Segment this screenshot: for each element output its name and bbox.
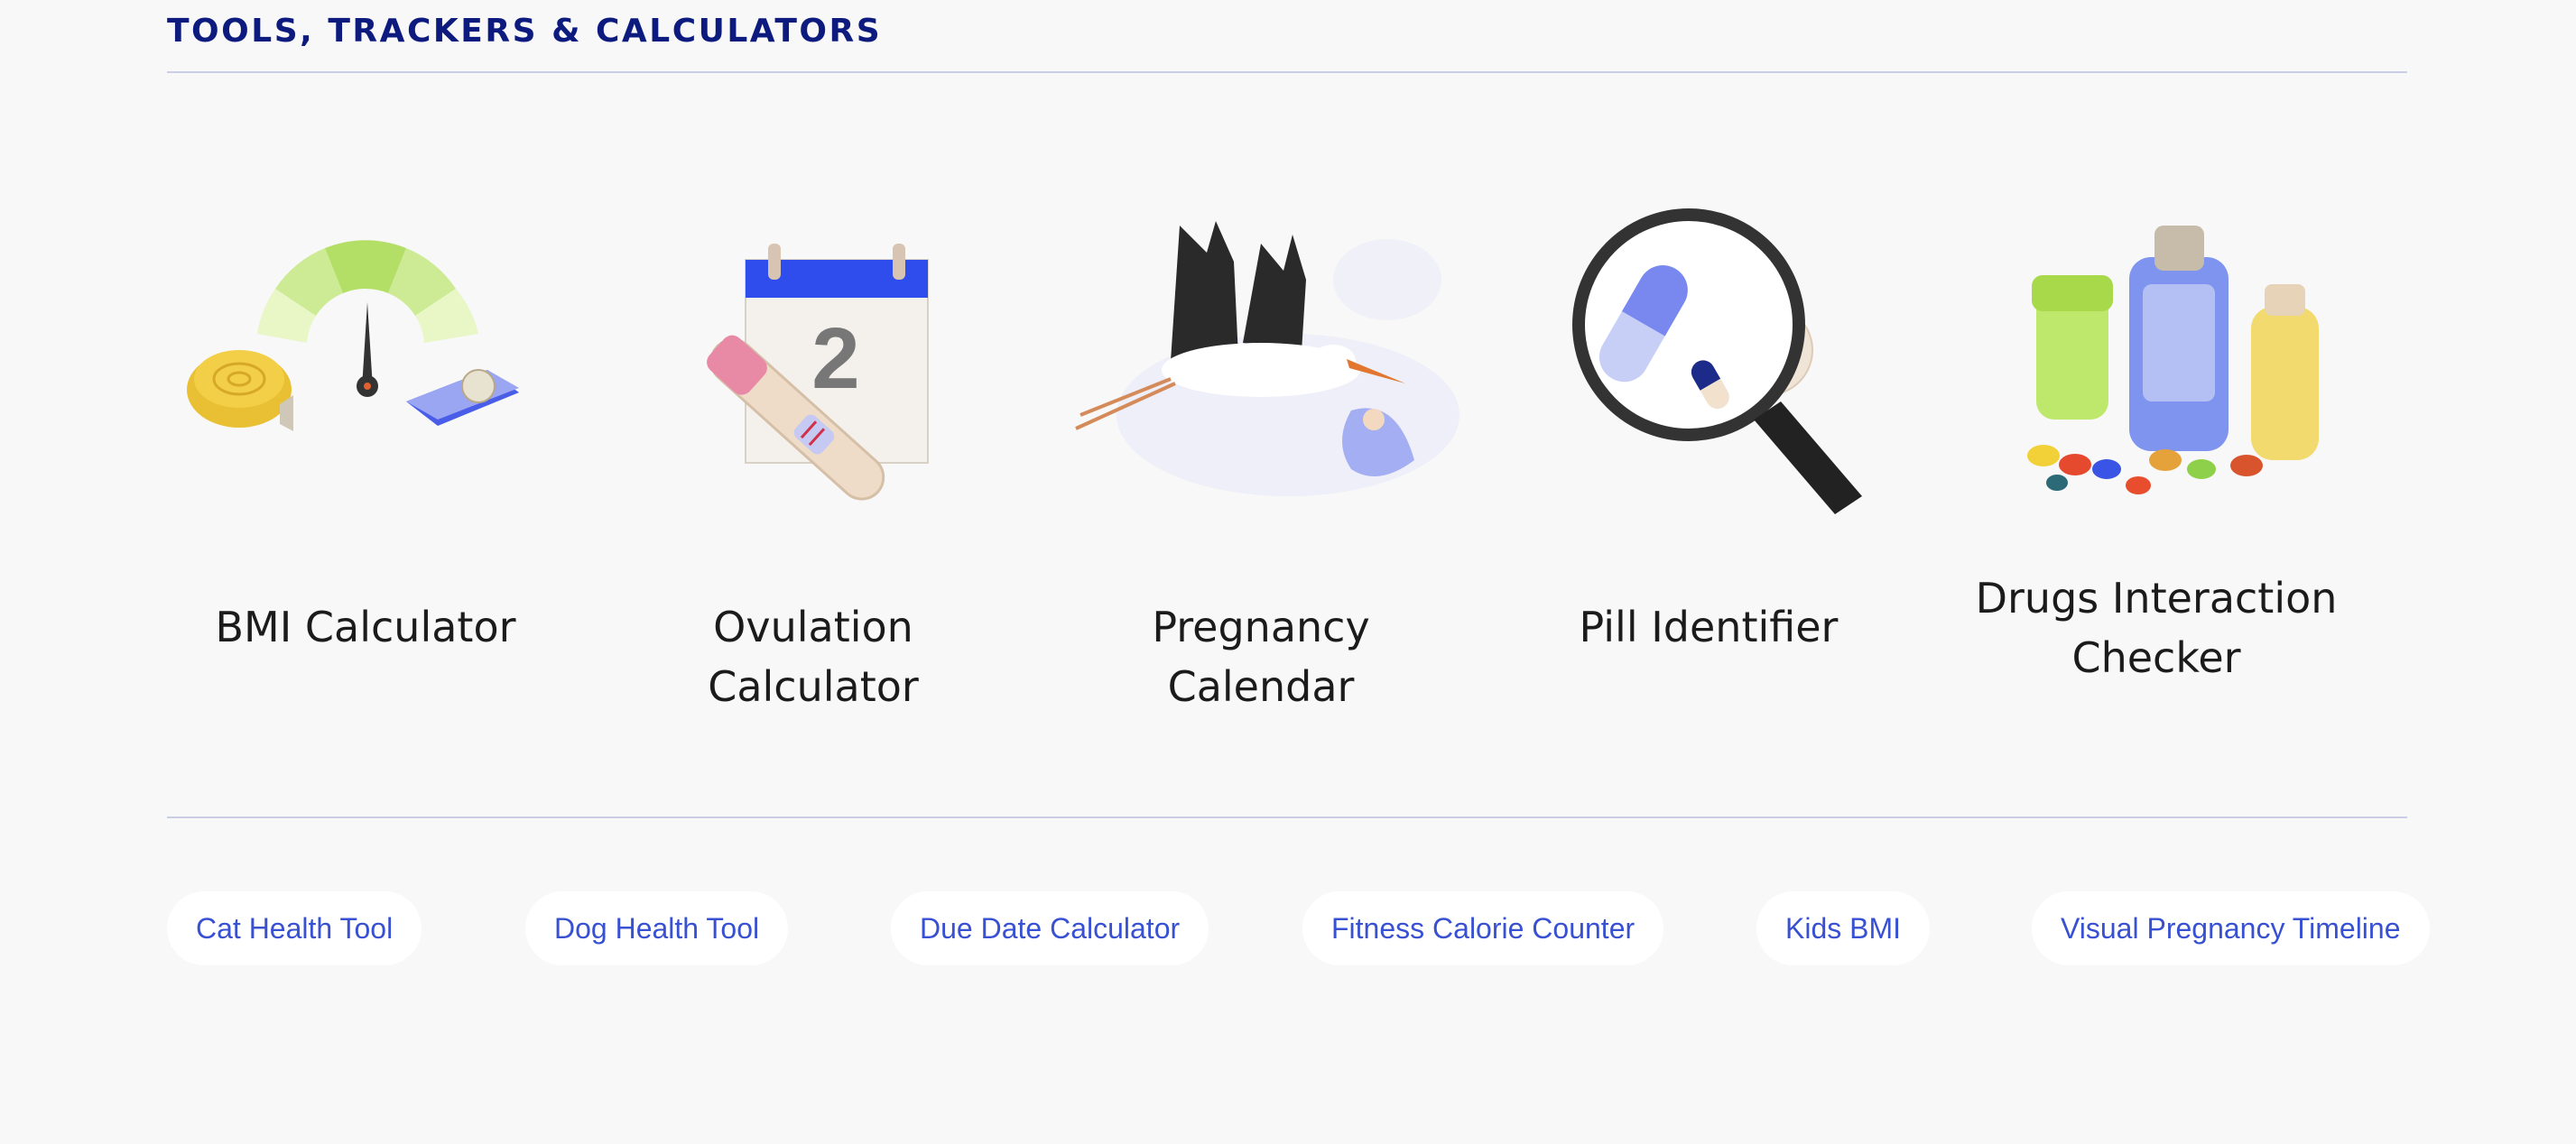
stork-icon [1062,198,1459,523]
link-cat-health-tool[interactable]: Cat Health Tool [167,891,422,965]
tool-label-line: Checker [2071,633,2241,682]
link-dog-health-tool[interactable]: Dog Health Tool [525,891,789,965]
link-visual-pregnancy-timeline[interactable]: Visual Pregnancy Timeline [2032,891,2430,965]
tool-card-pregnancy-calendar[interactable]: Pregnancy Calendar [1062,180,1459,722]
tools-grid: BMI Calculator 2 Ovulation Calculator Pr… [167,180,2407,722]
tool-label: Pill Identifier [1579,603,1839,651]
tool-card-pill-identifier[interactable]: Pill Identifier [1510,180,1907,722]
link-due-date-calculator[interactable]: Due Date Calculator [891,891,1209,965]
section-title: TOOLS, TRACKERS & CALCULATORS [167,13,883,50]
pill-bottles-icon [1958,198,2355,523]
link-kids-bmi[interactable]: Kids BMI [1756,891,1931,965]
bmi-scale-icon [167,198,564,523]
tool-card-drugs-interaction-checker[interactable]: Drugs Interaction Checker [1958,180,2355,722]
ovulation-calendar-icon: 2 [615,198,1012,523]
link-fitness-calorie-counter[interactable]: Fitness Calorie Counter [1302,891,1664,965]
tool-card-ovulation-calculator[interactable]: 2 Ovulation Calculator [615,180,1012,722]
tool-label: Ovulation Calculator [708,603,919,711]
section-divider-top [167,71,2407,73]
tool-label: Pregnancy Calendar [1152,603,1370,711]
tool-label: BMI Calculator [215,603,516,651]
tool-label-line: Drugs Interaction [1975,574,2338,623]
section-divider-bottom [167,816,2407,818]
tool-label: Drugs Interaction Checker [1958,568,2355,687]
calendar-day: 2 [811,310,859,407]
magnifier-pill-icon [1510,198,1907,523]
tool-card-bmi-calculator[interactable]: BMI Calculator [167,180,564,722]
